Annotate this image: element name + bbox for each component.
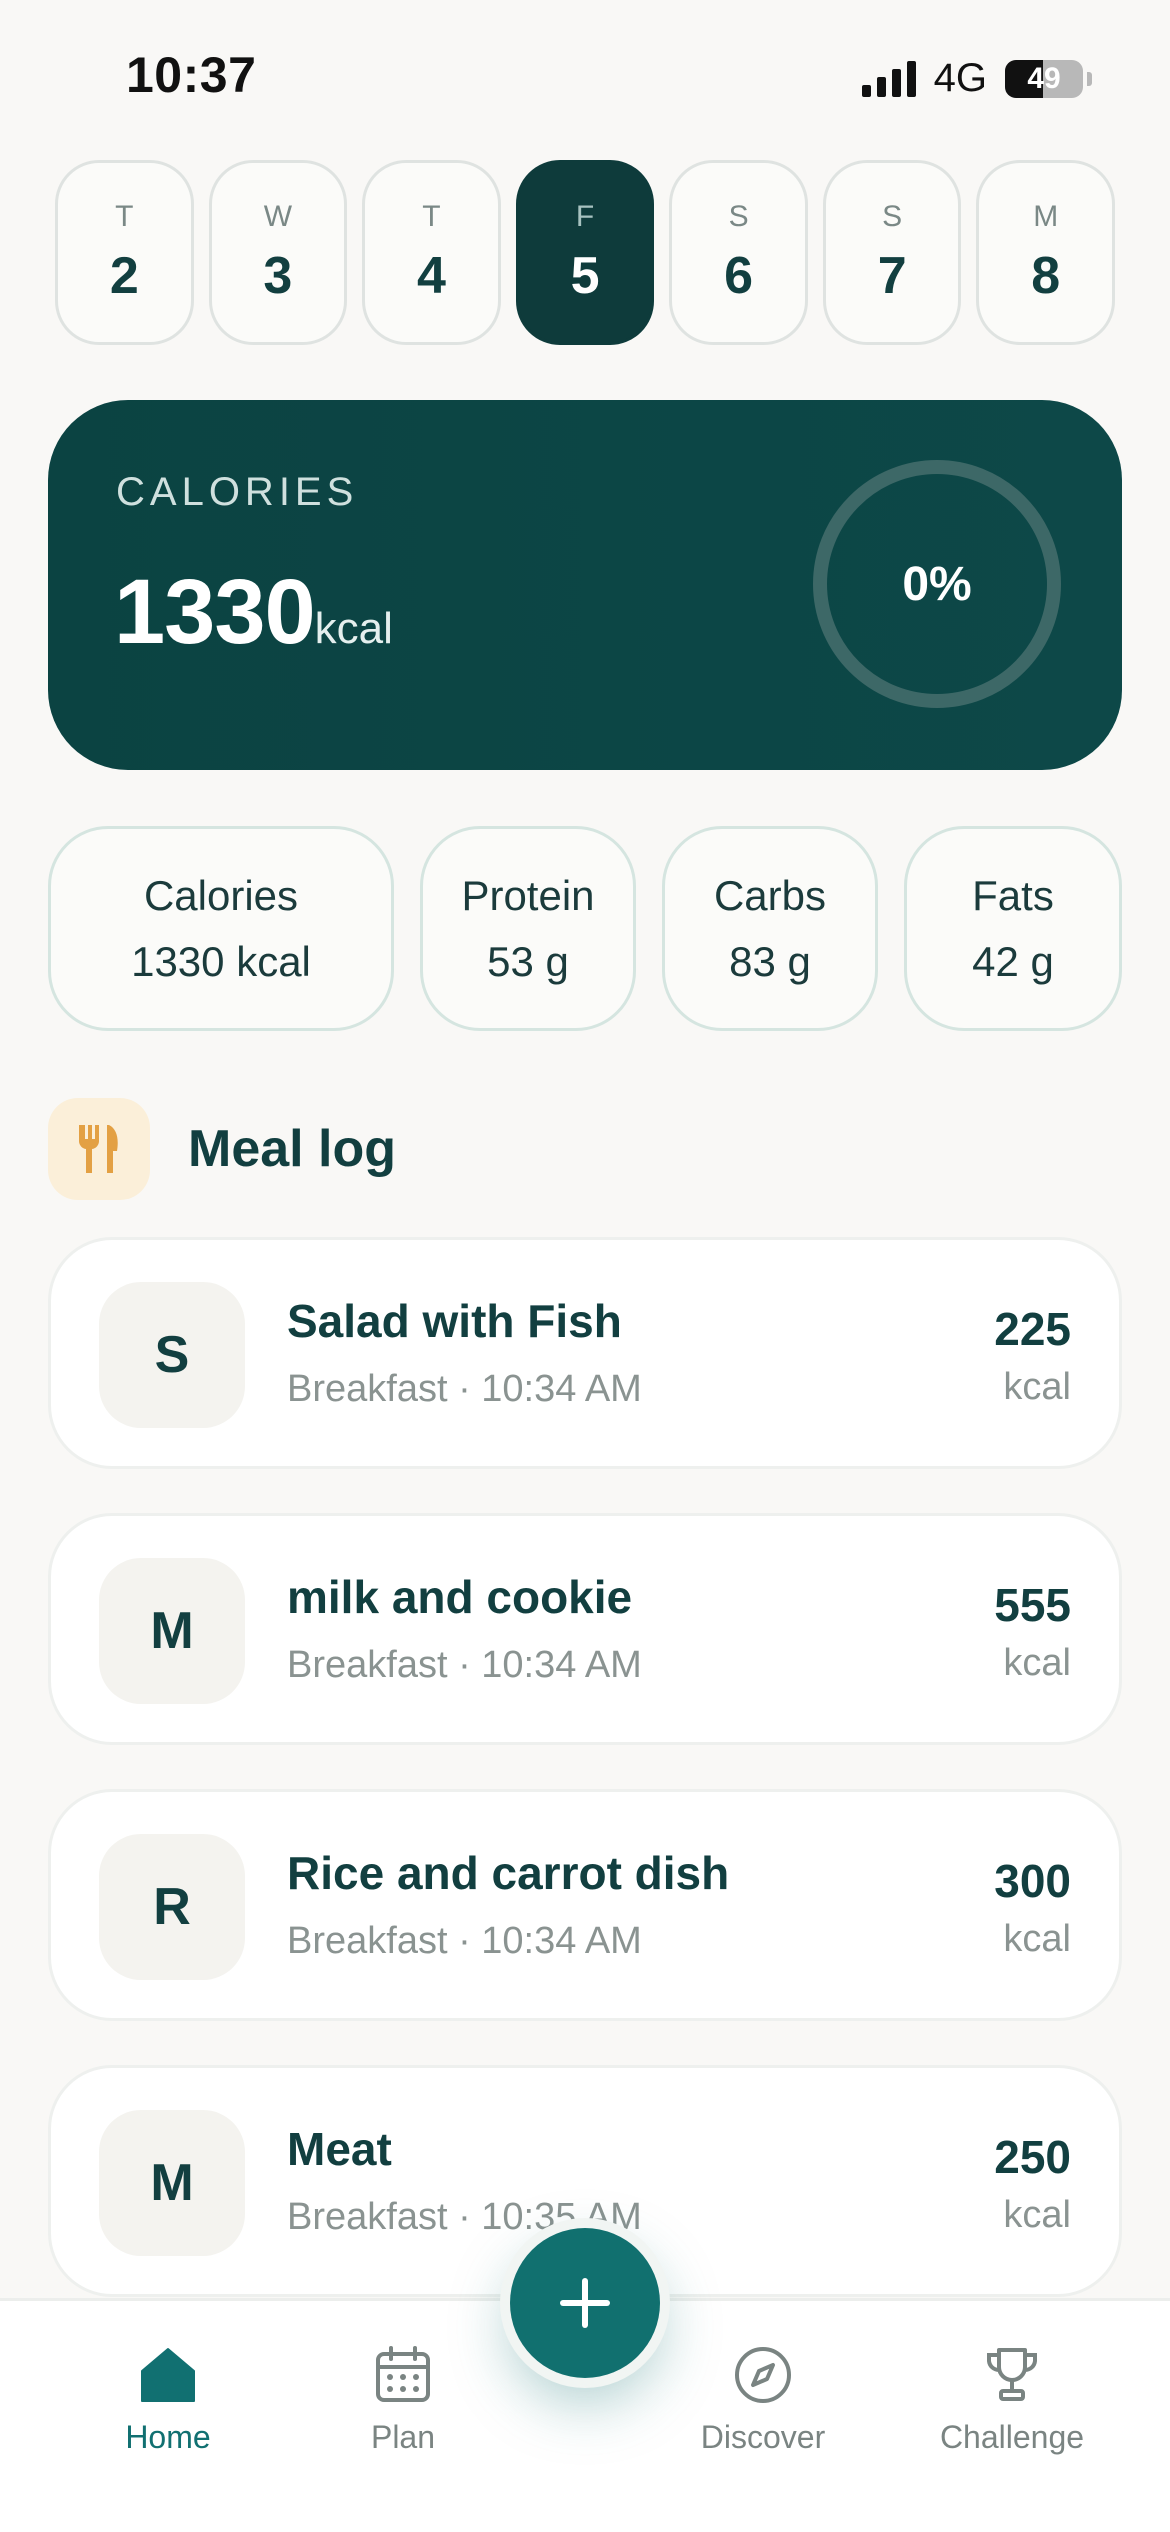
day-number: 7 (877, 246, 907, 305)
battery-percent: 49 (1027, 61, 1061, 95)
day-tab[interactable]: T2 (55, 160, 194, 345)
nav-label: Plan (370, 2419, 436, 2455)
day-number: 3 (263, 246, 293, 305)
meal-initial-avatar: M (99, 1558, 245, 1704)
meal-name: Salad with Fish (287, 1295, 622, 1347)
meal-initial-avatar: S (99, 1282, 245, 1428)
signal-icon (861, 60, 916, 97)
nav-label: Discover (700, 2419, 826, 2455)
meal-initial-avatar: R (99, 1834, 245, 1980)
meal-name: milk and cookie (287, 1571, 633, 1623)
macro-value: 42 g (972, 937, 1054, 985)
home-icon (141, 2348, 195, 2402)
macro-chip-carbs[interactable]: Carbs 83 g (662, 826, 878, 1031)
macro-label: Fats (972, 871, 1054, 919)
meal-log-header: Meal log (48, 1098, 396, 1200)
meal-calories-unit: kcal (1003, 1366, 1071, 1408)
day-of-week: M (1033, 199, 1059, 233)
calories-card-value: 1330kcal (114, 560, 393, 665)
nav-label: Challenge (939, 2419, 1085, 2455)
macro-value: 83 g (729, 937, 811, 985)
macro-value: 53 g (487, 937, 569, 985)
macro-chip-protein[interactable]: Protein 53 g (420, 826, 636, 1031)
day-of-week: T (422, 199, 441, 233)
calendar-icon (376, 2346, 430, 2402)
day-tab[interactable]: S7 (822, 160, 962, 345)
nav-label: Home (125, 2419, 211, 2455)
day-of-week: S (882, 199, 903, 233)
calories-total: 1330 (114, 561, 316, 663)
meal-calories-unit: kcal (1003, 1642, 1071, 1684)
meal-meta: Breakfast · 10:34 AM (287, 1920, 642, 1962)
meal-calories-unit: kcal (1003, 2194, 1071, 2236)
nav-challenge[interactable]: Challenge (912, 2345, 1112, 2456)
day-tab[interactable]: W3 (208, 160, 348, 345)
day-tab[interactable]: S6 (669, 160, 808, 345)
day-number: 6 (724, 246, 754, 305)
calories-card-label: CALORIES (116, 470, 359, 514)
day-selector: T2 W3 T4 F5 S6 S7 M8 (55, 160, 1116, 345)
day-tab[interactable]: F5 (515, 160, 655, 345)
meal-meta: Breakfast · 10:34 AM (287, 1644, 642, 1686)
macro-value: 1330 kcal (131, 937, 311, 985)
nav-discover[interactable]: Discover (663, 2345, 863, 2456)
day-tab[interactable]: M8 (976, 160, 1116, 345)
battery-icon: 49 (1005, 59, 1083, 98)
day-number: 2 (109, 246, 139, 305)
macro-summary: Calories 1330 kcal Protein 53 g Carbs 83… (48, 826, 1122, 1031)
status-indicators: 4G 49 (861, 56, 1092, 101)
add-meal-button[interactable] (510, 2228, 660, 2378)
nav-home[interactable]: Home (68, 2345, 268, 2456)
macro-label: Carbs (713, 871, 827, 919)
macro-label: Protein (461, 871, 595, 919)
meal-initial-avatar: M (99, 2110, 245, 2256)
status-time: 10:37 (126, 47, 257, 103)
macro-chip-fats[interactable]: Fats 42 g (904, 826, 1122, 1031)
compass-icon (735, 2347, 791, 2403)
calories-summary-card[interactable]: CALORIES 1330kcal 0% (48, 400, 1122, 770)
meal-name: Rice and carrot dish (287, 1847, 730, 1899)
day-number: 5 (570, 246, 600, 305)
meal-calories: 250 (994, 2131, 1071, 2183)
day-of-week: T (115, 199, 134, 233)
meal-card[interactable]: S Salad with Fish Breakfast · 10:34 AM 2… (48, 1237, 1122, 1469)
meal-meta: Breakfast · 10:34 AM (287, 1368, 642, 1410)
meal-calories: 225 (994, 1303, 1071, 1355)
status-bar: 10:37 4G 49 (0, 0, 1170, 150)
meal-calories: 555 (994, 1579, 1071, 1631)
macro-chip-calories[interactable]: Calories 1330 kcal (48, 826, 394, 1031)
app-screen: 10:37 4G 49 T2 W3 T4 F5 S6 S7 M8 CALORIE… (0, 0, 1170, 2532)
nav-plan[interactable]: Plan (303, 2345, 503, 2456)
meal-card[interactable]: M milk and cookie Breakfast · 10:34 AM 5… (48, 1513, 1122, 1745)
day-number: 8 (1031, 246, 1061, 305)
meal-name: Meat (287, 2123, 392, 2175)
trophy-icon (987, 2348, 1037, 2401)
meal-calories-unit: kcal (1003, 1918, 1071, 1960)
meal-card[interactable]: R Rice and carrot dish Breakfast · 10:34… (48, 1789, 1122, 2021)
day-of-week: W (263, 199, 293, 233)
plus-icon (560, 2278, 610, 2328)
calories-unit: kcal (314, 604, 393, 653)
day-number: 4 (416, 246, 446, 305)
day-of-week: S (728, 199, 749, 233)
calorie-progress-text: 0% (902, 557, 972, 611)
network-type: 4G (933, 56, 987, 100)
meal-log-title: Meal log (188, 1120, 397, 1178)
battery-cap (1087, 71, 1092, 86)
day-tab[interactable]: T4 (362, 160, 501, 345)
day-of-week: F (575, 199, 595, 233)
macro-label: Calories (143, 871, 299, 919)
meal-calories: 300 (994, 1855, 1071, 1907)
fork-knife-icon (48, 1098, 150, 1200)
